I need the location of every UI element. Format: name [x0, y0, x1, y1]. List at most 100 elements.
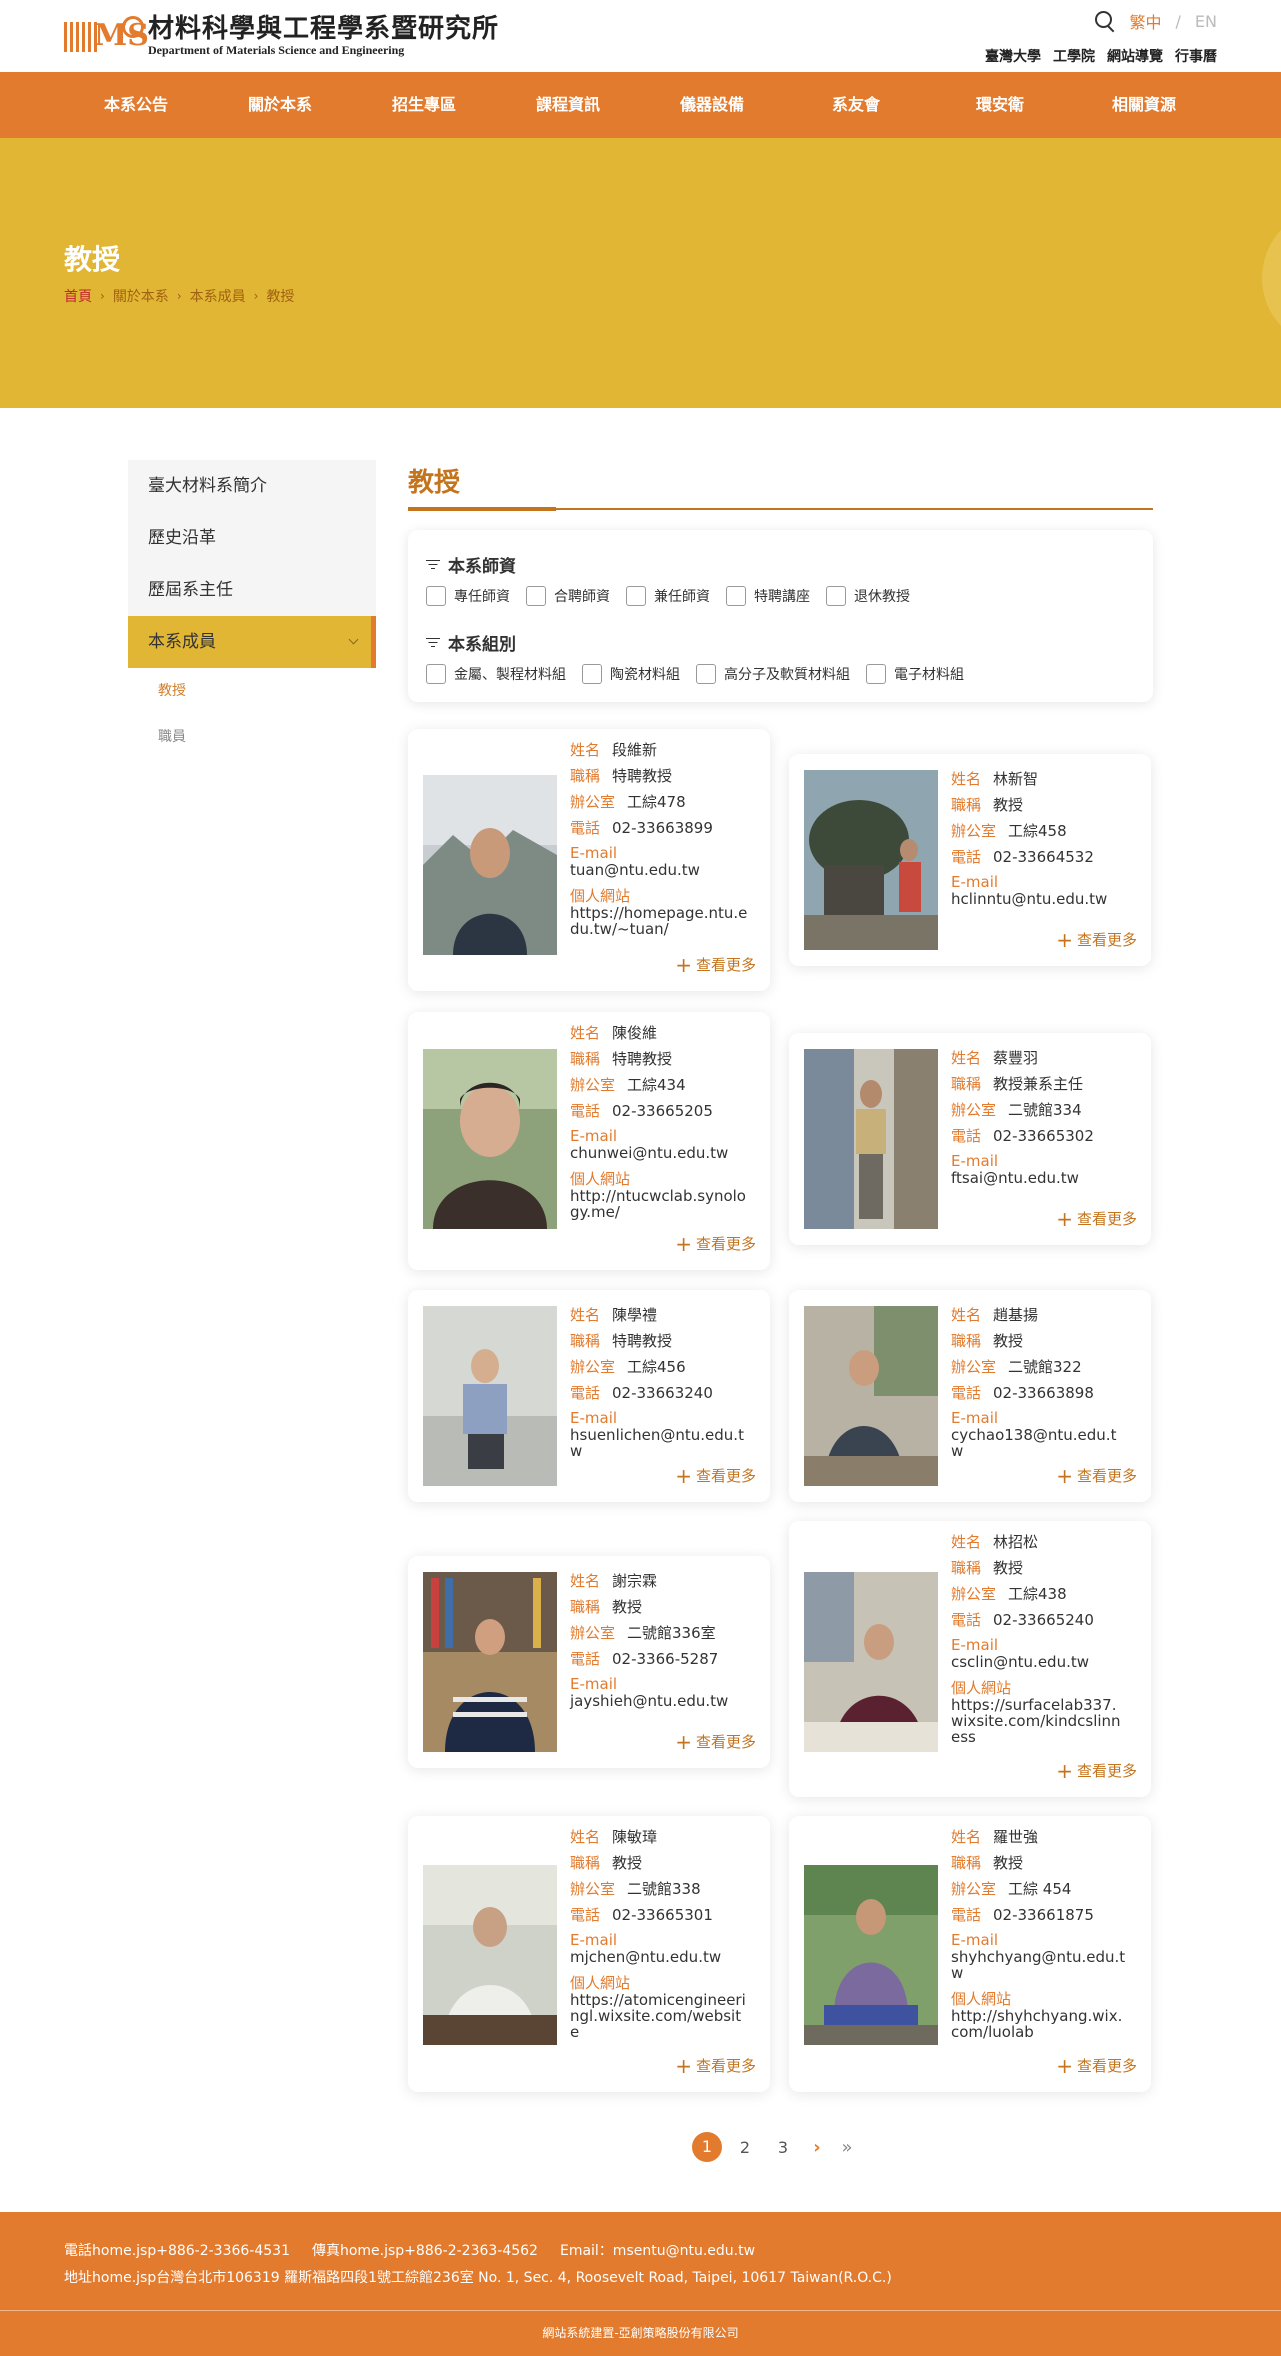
- filter-retired[interactable]: 退休教授: [826, 586, 910, 606]
- faculty-email[interactable]: mjchen@ntu.edu.tw: [570, 1949, 758, 1965]
- faculty-website[interactable]: du.tw/~tuan/: [570, 921, 758, 937]
- nav-about[interactable]: 關於本系: [208, 72, 352, 138]
- faculty-email[interactable]: cychao138@ntu.edu.t: [951, 1427, 1139, 1443]
- filter-electronic[interactable]: 電子材料組: [866, 664, 964, 684]
- view-more-link[interactable]: + 查看更多: [1056, 2055, 1137, 2076]
- faculty-website[interactable]: ess: [951, 1729, 1139, 1745]
- view-more-link[interactable]: + 查看更多: [1056, 929, 1137, 950]
- view-more-link[interactable]: + 查看更多: [1056, 1465, 1137, 1486]
- view-more-link[interactable]: + 查看更多: [675, 1233, 756, 1254]
- page-1[interactable]: 1: [692, 2132, 722, 2162]
- faculty-website[interactable]: https://homepage.ntu.e: [570, 905, 758, 921]
- faculty-website[interactable]: https://surfacelab337.: [951, 1697, 1139, 1713]
- nav-safety[interactable]: 環安衛: [928, 72, 1072, 138]
- next-page-icon[interactable]: ›: [802, 2137, 832, 2158]
- faculty-email[interactable]: shyhchyang@ntu.edu.t: [951, 1949, 1139, 1965]
- faculty-website[interactable]: http://ntucwclab.synolo: [570, 1188, 758, 1204]
- faculty-email[interactable]: jayshieh@ntu.edu.tw: [570, 1693, 758, 1709]
- view-more-link[interactable]: + 查看更多: [675, 954, 756, 975]
- nav-courses[interactable]: 課程資訊: [496, 72, 640, 138]
- checkbox[interactable]: [696, 664, 716, 684]
- sidebar-sub-professors[interactable]: 教授: [128, 668, 376, 714]
- nav-equipment[interactable]: 儀器設備: [640, 72, 784, 138]
- sidebar-item-chairs[interactable]: 歷屆系主任: [128, 564, 376, 616]
- faculty-website[interactable]: com/luolab: [951, 2024, 1139, 2040]
- faculty-website[interactable]: gy.me/: [570, 1204, 758, 1220]
- sidebar-item-members[interactable]: 本系成員: [128, 616, 376, 668]
- search-icon[interactable]: [1094, 10, 1116, 32]
- last-page-icon[interactable]: »: [832, 2137, 862, 2158]
- top-link-ntu[interactable]: 臺灣大學: [985, 46, 1041, 66]
- breadcrumb-members[interactable]: 本系成員: [190, 286, 246, 306]
- nav-news[interactable]: 本系公告: [64, 72, 208, 138]
- faculty-card[interactable]: 姓名 趙基揚 職稱 教授 辦公室 二號館322 電話 02-33663898 E-mai…: [789, 1290, 1151, 1502]
- faculty-website[interactable]: ngl.wixsite.com/websit: [570, 2008, 758, 2024]
- faculty-card[interactable]: 姓名 陳敏璋 職稱 教授 辦公室 二號館338 電話 02-33665301 E-mai…: [408, 1816, 770, 2092]
- filter-chair[interactable]: 特聘講座: [726, 586, 810, 606]
- filter-adjunct[interactable]: 兼任師資: [626, 586, 710, 606]
- footer-email[interactable]: Email：msentu@ntu.edu.tw: [560, 2240, 755, 2260]
- faculty-website[interactable]: https://atomicengineeri: [570, 1992, 758, 2008]
- breadcrumb-about[interactable]: 關於本系: [113, 286, 169, 306]
- view-more-link[interactable]: + 查看更多: [675, 1731, 756, 1752]
- checkbox[interactable]: [866, 664, 886, 684]
- faculty-card[interactable]: 姓名 蔡豐羽 職稱 教授兼系主任 辦公室 二號館334 電話 02-33665302 E…: [789, 1033, 1151, 1245]
- chevron-right-icon: ›: [100, 289, 105, 303]
- filter-polymer[interactable]: 高分子及軟質材料組: [696, 664, 850, 684]
- logo-title-zh: 材料科學與工程學系暨研究所: [148, 14, 500, 44]
- sidebar-item-intro[interactable]: 臺大材料系簡介: [128, 460, 376, 512]
- faculty-email[interactable]: ftsai@ntu.edu.tw: [951, 1170, 1139, 1186]
- filter-joint[interactable]: 合聘師資: [526, 586, 610, 606]
- faculty-card[interactable]: 姓名 謝宗霖 職稱 教授 辦公室 二號館336室 電話 02-3366-5287 E-m…: [408, 1556, 770, 1768]
- faculty-card[interactable]: 姓名 陳俊維 職稱 特聘教授 辦公室 工綜434 電話 02-33665205 E-ma…: [408, 1012, 770, 1270]
- page-2[interactable]: 2: [726, 2138, 764, 2157]
- view-more-link[interactable]: + 查看更多: [675, 2055, 756, 2076]
- faculty-email[interactable]: hclinntu@ntu.edu.tw: [951, 891, 1139, 907]
- faculty-email[interactable]: w: [951, 1443, 1139, 1459]
- checkbox[interactable]: [582, 664, 602, 684]
- filter-fulltime[interactable]: 專任師資: [426, 586, 510, 606]
- faculty-email[interactable]: csclin@ntu.edu.tw: [951, 1654, 1139, 1670]
- checkbox[interactable]: [426, 664, 446, 684]
- faculty-card[interactable]: 姓名 林招松 職稱 教授 辦公室 工綜438 電話 02-33665240 E-mail…: [789, 1521, 1151, 1797]
- faculty-card[interactable]: 姓名 段維新 職稱 特聘教授 辦公室 工綜478 電話 02-33663899 E-ma…: [408, 729, 770, 991]
- breadcrumb-home[interactable]: 首頁: [64, 286, 92, 306]
- lang-separator: /: [1175, 11, 1181, 31]
- faculty-card[interactable]: 姓名 林新智 職稱 教授 辦公室 工綜458 電話 02-33664532 E-mail…: [789, 754, 1151, 966]
- page-3[interactable]: 3: [764, 2138, 802, 2157]
- checkbox[interactable]: [826, 586, 846, 606]
- faculty-email[interactable]: chunwei@ntu.edu.tw: [570, 1145, 758, 1161]
- filter-metal[interactable]: 金屬、製程材料組: [426, 664, 566, 684]
- filter-icon: [426, 559, 440, 571]
- checkbox[interactable]: [526, 586, 546, 606]
- site-logo[interactable]: MS 材料科學與工程學系暨研究所 Department of Materials…: [64, 14, 499, 58]
- sidebar-sub-staff[interactable]: 職員: [128, 714, 376, 760]
- footer-copyright[interactable]: 網站系統建置-亞創策略股份有限公司: [0, 2324, 1281, 2341]
- faculty-email[interactable]: hsuenlichen@ntu.edu.t: [570, 1427, 758, 1443]
- nav-resources[interactable]: 相關資源: [1072, 72, 1216, 138]
- lang-en-link[interactable]: EN: [1195, 12, 1217, 31]
- faculty-photo: [804, 770, 938, 950]
- faculty-website[interactable]: wixsite.com/kindcslinn: [951, 1713, 1139, 1729]
- nav-alumni[interactable]: 系友會: [784, 72, 928, 138]
- checkbox[interactable]: [726, 586, 746, 606]
- faculty-website[interactable]: e: [570, 2024, 758, 2040]
- nav-admission[interactable]: 招生專區: [352, 72, 496, 138]
- top-link-engineering[interactable]: 工學院: [1053, 46, 1095, 66]
- top-link-sitemap[interactable]: 網站導覽: [1107, 46, 1163, 66]
- checkbox[interactable]: [426, 586, 446, 606]
- filter-ceramic[interactable]: 陶瓷材料組: [582, 664, 680, 684]
- view-more-link[interactable]: + 查看更多: [675, 1465, 756, 1486]
- top-link-calendar[interactable]: 行事曆: [1175, 46, 1217, 66]
- view-more-link[interactable]: + 查看更多: [1056, 1208, 1137, 1229]
- view-more-link[interactable]: + 查看更多: [1056, 1760, 1137, 1781]
- faculty-website[interactable]: http://shyhchyang.wix.: [951, 2008, 1139, 2024]
- lang-zh-link[interactable]: 繁中: [1130, 9, 1162, 33]
- faculty-email[interactable]: w: [570, 1443, 758, 1459]
- checkbox[interactable]: [626, 586, 646, 606]
- sidebar-item-history[interactable]: 歷史沿革: [128, 512, 376, 564]
- faculty-card[interactable]: 姓名 羅世強 職稱 教授 辦公室 工綜 454 電話 02-33661875 E-mai…: [789, 1816, 1151, 2092]
- faculty-email[interactable]: tuan@ntu.edu.tw: [570, 862, 758, 878]
- faculty-email[interactable]: w: [951, 1965, 1139, 1981]
- faculty-card[interactable]: 姓名 陳學禮 職稱 特聘教授 辦公室 工綜456 電話 02-33663240 E-ma…: [408, 1290, 770, 1502]
